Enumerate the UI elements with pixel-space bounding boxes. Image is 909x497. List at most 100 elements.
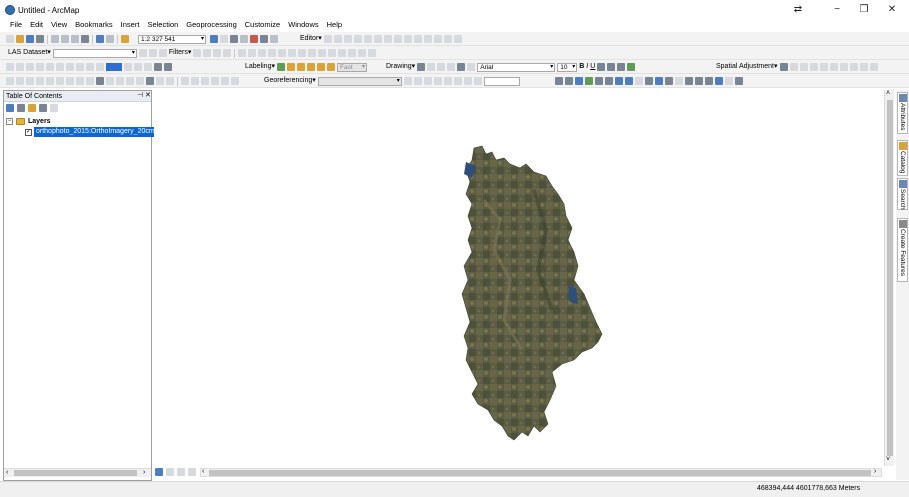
tab-create-features[interactable]: Create Features	[897, 218, 908, 282]
minimize-button[interactable]: −	[827, 4, 847, 15]
t4-tool-5-icon[interactable]	[46, 77, 54, 85]
save-icon[interactable]	[26, 35, 34, 43]
italic-button[interactable]: I	[586, 62, 588, 72]
scroll-right-icon[interactable]: ›	[143, 469, 145, 476]
tool-12-icon[interactable]	[134, 63, 142, 71]
menu-insert[interactable]: Insert	[117, 19, 144, 31]
t4-tool-21-icon[interactable]	[211, 77, 219, 85]
fixed-zoom-in-icon[interactable]	[595, 77, 603, 85]
tab-catalog[interactable]: Catalog	[897, 140, 908, 176]
spatial-adjustment-menu[interactable]: Spatial Adjustment▾	[716, 62, 778, 72]
edit-vertices-icon[interactable]	[383, 35, 392, 43]
menu-geoprocessing[interactable]: Geoprocessing	[182, 19, 240, 31]
labeling-quality-combo[interactable]: Fast ▾	[336, 62, 367, 72]
tool-9-icon[interactable]	[86, 63, 94, 71]
t4-tool-19-icon[interactable]	[191, 77, 199, 85]
filter-a-icon[interactable]	[193, 49, 202, 57]
toc-close-button[interactable]: ✕	[145, 91, 151, 99]
straight-segment-icon[interactable]	[343, 35, 352, 43]
t4-tool-2-icon[interactable]	[16, 77, 24, 85]
filter-b-icon[interactable]	[203, 49, 212, 57]
edge-match-icon[interactable]	[869, 63, 878, 71]
georef-tool-2-icon[interactable]	[413, 77, 422, 85]
t4-tool-16-icon[interactable]	[156, 77, 164, 85]
t4-tool-7-icon[interactable]	[66, 77, 74, 85]
fill-color-icon[interactable]	[607, 63, 616, 71]
layers-group[interactable]: − Layers	[6, 118, 51, 125]
profile-view-icon[interactable]	[238, 49, 247, 57]
point-icon[interactable]	[373, 35, 382, 43]
t4-tool-23-icon[interactable]	[231, 77, 239, 85]
pin-icon[interactable]: ⊣	[137, 91, 143, 99]
lock-labels-icon[interactable]	[306, 63, 315, 71]
model-builder-icon[interactable]	[270, 35, 278, 43]
georef-tool-3-icon[interactable]	[423, 77, 432, 85]
new-document-icon[interactable]	[6, 35, 14, 43]
label-priority-icon[interactable]	[286, 63, 295, 71]
attributes-icon[interactable]	[433, 35, 442, 43]
menu-windows[interactable]: Windows	[284, 19, 322, 31]
menu-help[interactable]: Help	[323, 19, 346, 31]
las-tool-c-icon[interactable]	[288, 49, 297, 57]
restore-button[interactable]: ❐	[854, 4, 874, 15]
toolbox-icon[interactable]	[250, 35, 258, 43]
trace-icon[interactable]	[363, 35, 372, 43]
endpoint-arc-icon[interactable]	[353, 35, 362, 43]
list-by-selection-icon[interactable]	[39, 104, 47, 112]
refresh-view-button[interactable]	[177, 468, 185, 476]
view-link-table-icon[interactable]	[839, 63, 848, 71]
map-hscroll-thumb[interactable]	[209, 470, 871, 476]
time-slider-icon[interactable]	[725, 77, 733, 85]
add-data-icon[interactable]	[121, 35, 129, 43]
paste-icon[interactable]	[71, 35, 79, 43]
tool-8-icon[interactable]	[76, 63, 84, 71]
tool-2-icon[interactable]	[16, 63, 24, 71]
t4-tool-14-icon[interactable]	[136, 77, 144, 85]
scroll-left-icon[interactable]: ‹	[6, 469, 8, 476]
scroll-down-icon[interactable]: ˅	[886, 456, 890, 463]
list-by-visibility-icon[interactable]	[28, 104, 36, 112]
map-scale-combo[interactable]: 1:2 327 541 ▾	[138, 34, 206, 44]
menu-view[interactable]: View	[47, 19, 71, 31]
toc-options-icon[interactable]	[50, 104, 58, 112]
go-forward-icon[interactable]	[625, 77, 633, 85]
rotate-element-icon[interactable]	[427, 63, 436, 71]
tab-attributes[interactable]: Attributes	[897, 92, 908, 134]
close-button[interactable]: ✕	[882, 4, 902, 15]
tool-10-icon[interactable]	[96, 63, 104, 71]
t4-tool-18-icon[interactable]	[181, 77, 189, 85]
drawing-menu[interactable]: Drawing▾	[386, 62, 415, 72]
hyperlink-icon[interactable]	[665, 77, 673, 85]
open-folder-icon[interactable]	[16, 35, 24, 43]
las-points-icon[interactable]	[138, 49, 147, 57]
color-swatch[interactable]	[106, 63, 122, 71]
map-scroll-right-icon[interactable]: ›	[874, 468, 876, 475]
line-color-icon[interactable]	[617, 63, 626, 71]
t4-tool-3-icon[interactable]	[26, 77, 34, 85]
html-popup-icon[interactable]	[675, 77, 683, 85]
t4-tool-17-icon[interactable]	[166, 77, 174, 85]
map-vscroll-thumb[interactable]	[887, 100, 893, 456]
tool-1-icon[interactable]	[6, 63, 14, 71]
menu-file[interactable]: File	[6, 19, 26, 31]
edit-tool-icon[interactable]	[323, 35, 332, 43]
go-back-icon[interactable]	[615, 77, 623, 85]
view-unplaced-icon[interactable]	[326, 63, 335, 71]
create-viewer-icon[interactable]	[735, 77, 743, 85]
las-profile-icon[interactable]	[158, 49, 167, 57]
3d-view-icon[interactable]	[248, 49, 257, 57]
tool-13-icon[interactable]	[144, 63, 152, 71]
rotate-icon[interactable]	[423, 35, 432, 43]
select-elements-icon[interactable]	[417, 63, 426, 71]
select-features-icon[interactable]	[779, 63, 788, 71]
georeferencing-menu[interactable]: Georeferencing▾	[264, 76, 316, 86]
go-to-xy-icon[interactable]	[715, 77, 723, 85]
tool-11-icon[interactable]	[124, 63, 132, 71]
create-features-icon[interactable]	[453, 35, 462, 43]
las-tool-d-icon[interactable]	[298, 49, 307, 57]
tool-6-icon[interactable]	[56, 63, 64, 71]
split-icon[interactable]	[413, 35, 422, 43]
underline-button[interactable]: U	[590, 62, 595, 72]
editor-toolbar-toggle-icon[interactable]	[210, 35, 218, 43]
filter-c-icon[interactable]	[213, 49, 222, 57]
